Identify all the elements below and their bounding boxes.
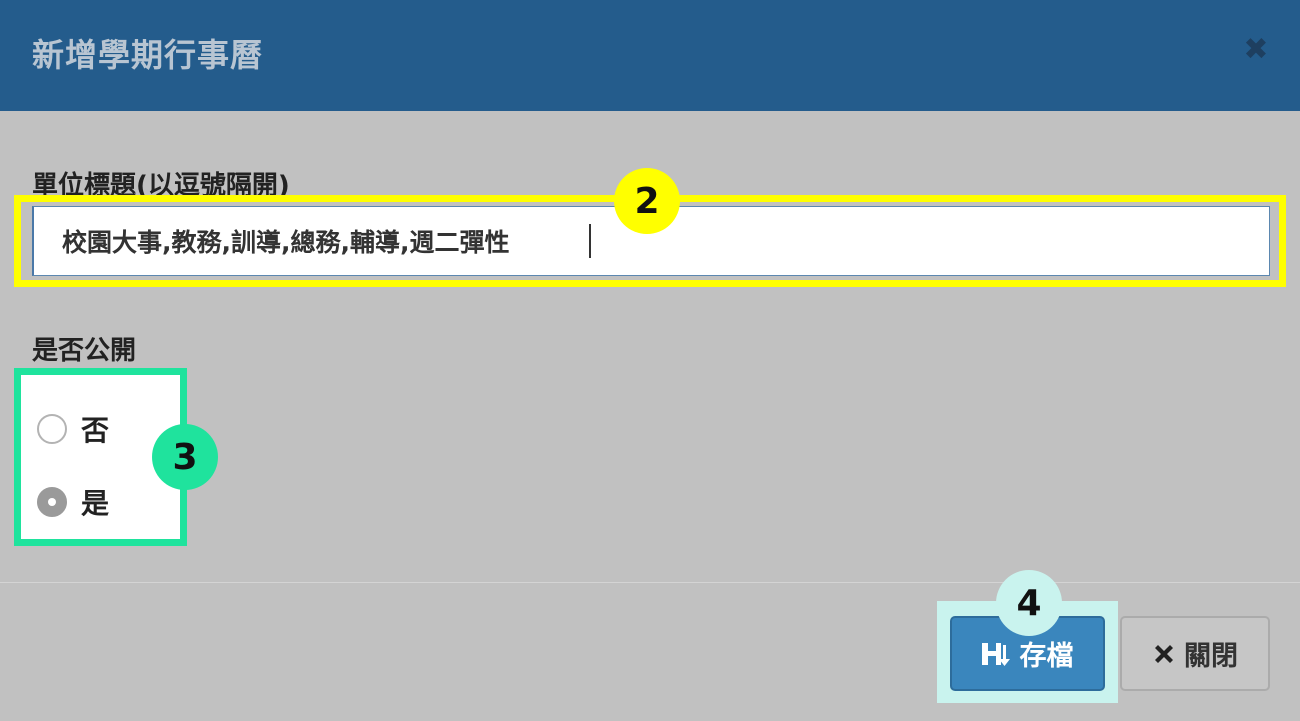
close-button[interactable]: 關閉 [1120, 616, 1270, 691]
close-icon[interactable]: ✖ [1240, 34, 1272, 66]
radio-button-yes[interactable] [37, 487, 67, 517]
radio-option-yes[interactable]: 是 [37, 482, 109, 522]
times-icon [1152, 642, 1176, 666]
step-badge-3: 3 [152, 424, 218, 490]
modal-title: 新增學期行事曆 [32, 36, 264, 74]
step-badge-2: 2 [614, 168, 680, 234]
radio-label-yes: 是 [81, 487, 110, 520]
close-button-label: 關閉 [1184, 641, 1238, 672]
radio-label-no: 否 [81, 414, 110, 447]
public-label: 是否公開 [32, 336, 137, 366]
step-badge-4: 4 [996, 570, 1062, 636]
footer-divider [0, 582, 1300, 583]
radio-option-no[interactable]: 否 [37, 409, 109, 449]
save-button-label: 存檔 [1019, 641, 1074, 672]
modal-header: 新增學期行事曆 ✖ [0, 0, 1300, 111]
text-caret [589, 224, 591, 258]
radio-button-no[interactable] [37, 414, 67, 444]
save-icon [981, 641, 1012, 667]
